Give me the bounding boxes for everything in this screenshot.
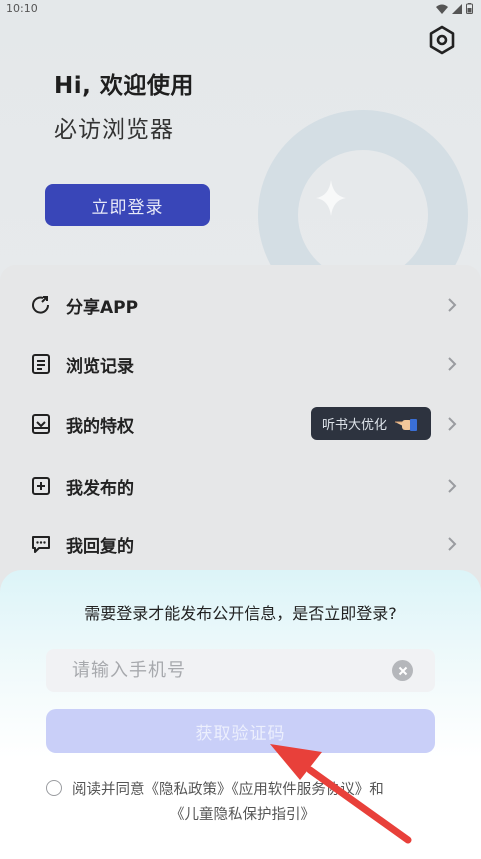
menu-item-label: 分享APP [66,297,139,318]
menu-item-label: 我发布的 [66,478,134,499]
pointing-hand-icon [395,418,418,431]
chevron-right-icon [448,357,457,371]
greeting-title: Hi, 欢迎使用 [54,73,194,99]
menu-item-label: 我的特权 [66,416,134,437]
close-icon [398,666,407,675]
chevron-right-icon [448,298,457,312]
wifi-icon [436,4,448,14]
reply-icon [32,536,50,553]
settings-button[interactable] [426,24,458,56]
hexagon-settings-icon [429,25,455,55]
menu-item-my-replies[interactable]: 我回复的 [0,515,481,573]
add-post-icon [32,477,50,495]
menu-item-label: 浏览记录 [66,356,134,377]
menu-item-label: 我回复的 [66,536,134,557]
promo-tag-label: 听书大优化 [322,418,388,433]
get-verification-code-button[interactable]: 获取验证码 [46,709,435,753]
history-icon [32,354,50,374]
login-button[interactable]: 立即登录 [45,184,210,226]
signal-icon [452,3,462,14]
login-prompt-text: 需要登录才能发布公开信息，是否立即登录? [84,604,397,623]
menu-item-share-app[interactable]: 分享APP [0,276,481,334]
clear-input-button[interactable] [392,660,413,681]
phone-number-input[interactable] [72,649,392,692]
chevron-right-icon [448,417,457,431]
battery-icon [466,3,473,14]
chevron-right-icon [448,537,457,551]
decorative-sparkle-icon [316,180,346,216]
privilege-icon [32,414,50,434]
app-screen: 10:10 Hi, 欢迎使用 必访浏览器 立即登录 分享APP 浏览记录 我的特… [0,0,481,859]
menu-item-browsing-history[interactable]: 浏览记录 [0,335,481,393]
agreement-checkbox[interactable] [46,780,62,796]
agreement-text-line2[interactable]: 《儿童隐私保护指引》 [170,803,315,824]
chevron-right-icon [448,479,457,493]
phone-number-field[interactable] [46,649,435,692]
status-bar: 10:10 [0,0,481,20]
status-icons [436,3,473,14]
status-time: 10:10 [6,2,38,15]
share-icon [32,296,50,314]
promo-tag[interactable]: 听书大优化 [311,407,431,440]
menu-item-my-posts[interactable]: 我发布的 [0,457,481,515]
greeting-subtitle: 必访浏览器 [54,117,174,143]
agreement-text-line1[interactable]: 阅读并同意《隐私政策》《应用软件服务协议》和 [72,778,384,799]
